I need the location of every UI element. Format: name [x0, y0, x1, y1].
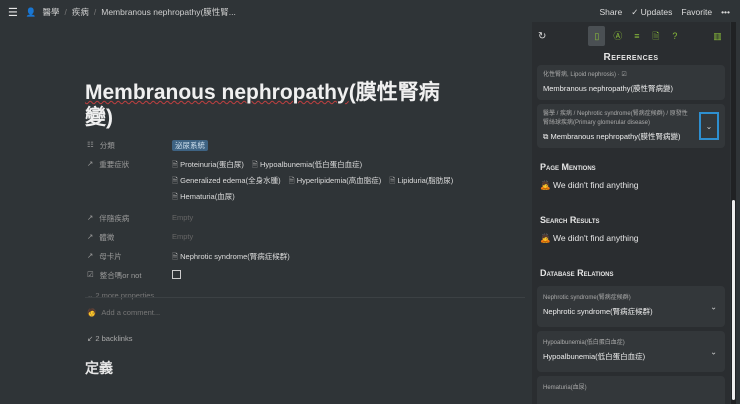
property-integrated[interactable]: ☑ 整合嗎or not [87, 268, 467, 287]
list-tab-icon[interactable]: ≡ [630, 30, 643, 43]
scrollbar-thumb[interactable] [732, 200, 735, 400]
database-relations-title: Database Relations [540, 268, 614, 278]
relation-arrow-icon: ↗ [87, 159, 94, 168]
property-category[interactable]: ☷ 分類 泌尿系統 [87, 138, 467, 157]
references-tab-icon[interactable]: ▯ [588, 26, 606, 46]
property-main-symptoms[interactable]: ↗重要症狀 Proteinuria(蛋白尿) Hypoalbunemia(低白蛋… [87, 157, 467, 211]
chevron-down-icon[interactable]: ⌄ [710, 302, 717, 311]
relation-link[interactable]: Hyperlipidemia(高血脂症) [289, 175, 382, 188]
check-icon: ✓ [631, 6, 641, 17]
breadcrumb-current[interactable]: Membranous nephropathy(膜性腎... [101, 6, 236, 18]
breadcrumb-medicine[interactable]: 醫學 [42, 6, 59, 18]
relation-card[interactable]: Hypoalbunemia(低白蛋白血症) Hypoalbunemia(低白蛋白血… [537, 331, 725, 372]
breadcrumb-disease[interactable]: 疾病 [72, 6, 89, 18]
search-results-empty: 🙇 We didn't find anything [540, 233, 639, 243]
references-panel: ↻ ▯ Ⓐ ≡ 🗎 ? ▥ References 化性腎病, Lipoid ne… [532, 22, 730, 404]
document-tab-icon[interactable]: 🗎 [649, 30, 662, 43]
property-signs[interactable]: ↗ 體徵 Empty [87, 230, 467, 249]
backlinks-button[interactable]: ↙ 2 backlinks [87, 334, 132, 343]
comment-input[interactable]: 🧑 Add a comment... [87, 308, 160, 317]
page-mentions-title: Page Mentions [540, 162, 596, 172]
book-icon[interactable]: ▥ [711, 30, 724, 43]
reference-card[interactable]: 化性腎病, Lipoid nephrosis) · ☑ Membranous n… [537, 65, 725, 100]
relation-arrow-icon: ↗ [87, 213, 94, 222]
checkbox-icon: ☑ [87, 270, 94, 279]
expand-chevron-button[interactable]: ⌄ [699, 112, 719, 140]
more-properties-toggle[interactable]: ⌄ 2 more properties [87, 291, 467, 300]
chevron-down-icon[interactable]: ⌄ [710, 347, 717, 356]
property-comorbidities[interactable]: ↗ 伴隨疾病 Empty [87, 211, 467, 230]
relation-link[interactable]: Generalized edema(全身水腫) [172, 175, 280, 188]
favorite-button[interactable]: Favorite [681, 7, 712, 17]
divider [85, 297, 525, 298]
share-button[interactable]: Share [600, 7, 623, 17]
references-title: References [603, 52, 659, 63]
text-tab-icon[interactable]: Ⓐ [611, 30, 624, 43]
relation-card[interactable]: Nephrotic syndrome(腎病症候群) Nephrotic syndr… [537, 286, 725, 327]
page-mentions-empty: 🙇 We didn't find anything [540, 180, 639, 190]
reference-card[interactable]: 醫學 / 疾病 / Nephrotic syndrome(腎病症候群) / 原發… [537, 104, 725, 148]
relation-link[interactable]: Hematuria(血尿) [172, 191, 235, 204]
refresh-icon[interactable]: ↻ [538, 31, 546, 42]
avatar: 🧑 [87, 308, 97, 317]
updates-button[interactable]: ✓ Updates [631, 7, 672, 18]
relation-card[interactable]: Hematuria(血尿) [537, 376, 725, 404]
relation-link[interactable]: Proteinuria(蛋白尿) [172, 159, 244, 172]
section-heading: 定義 [85, 360, 113, 376]
property-parent-card[interactable]: ↗母卡片Nephrotic syndrome(腎病症候群) [87, 249, 467, 268]
list-icon: ☷ [87, 140, 94, 149]
relation-link[interactable]: Hypoalbunemia(低白蛋白血症) [252, 159, 362, 172]
panel-toolbar: ↻ ▯ Ⓐ ≡ 🗎 ? ▥ [532, 22, 730, 50]
help-icon[interactable]: ? [668, 30, 681, 43]
relation-arrow-icon: ↗ [87, 251, 94, 260]
page-icon: 👤 [25, 6, 37, 17]
more-button[interactable]: ••• [721, 7, 730, 17]
category-tag[interactable]: 泌尿系統 [172, 140, 208, 151]
topbar: ☰ 👤 醫學 / 疾病 / Membranous nephropathy(膜性腎..… [8, 6, 730, 19]
search-results-title: Search Results [540, 215, 600, 225]
relation-link[interactable]: Lipiduria(脂肪尿) [389, 175, 453, 188]
integrated-checkbox[interactable] [172, 270, 181, 279]
relation-arrow-icon: ↗ [87, 232, 94, 241]
page-title[interactable]: Membranous nephropathy(膜性腎病變) [85, 80, 465, 130]
menu-icon[interactable]: ☰ [8, 6, 18, 19]
properties: ☷分類泌尿系統 ↗重要症狀 Proteinuria(蛋白尿) Hypoalbun… [87, 138, 467, 300]
relation-link[interactable]: Nephrotic syndrome(腎病症候群) [172, 251, 290, 264]
